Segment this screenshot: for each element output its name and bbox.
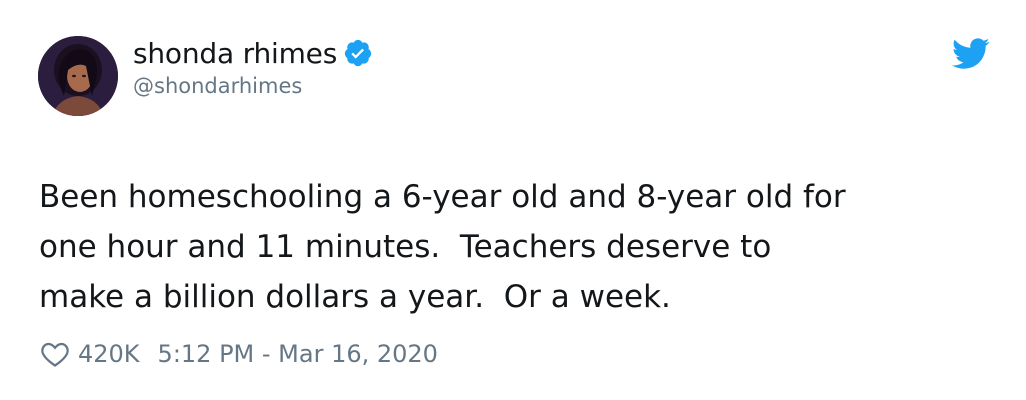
author-display-name[interactable]: shonda rhimes (133, 37, 337, 70)
name-row: shonda rhimes (133, 34, 373, 72)
tweet-timestamp[interactable]: 5:12 PM - Mar 16, 2020 (158, 340, 438, 368)
heart-outline-icon[interactable] (40, 340, 70, 368)
author-handle[interactable]: @shondarhimes (133, 74, 373, 98)
avatar[interactable] (38, 36, 118, 116)
tweet-text: Been homeschooling a 6-year old and 8-ye… (39, 179, 846, 315)
tweet-card: shonda rhimes @shondarhimes Been homesch… (0, 0, 1026, 400)
avatar-image (38, 36, 118, 116)
author-identity: shonda rhimes @shondarhimes (133, 34, 373, 98)
tweet-footer: 420K 5:12 PM - Mar 16, 2020 (40, 336, 438, 372)
twitter-bird-icon[interactable] (952, 38, 990, 70)
verified-badge-icon (343, 38, 373, 68)
like-count[interactable]: 420K (78, 340, 140, 368)
